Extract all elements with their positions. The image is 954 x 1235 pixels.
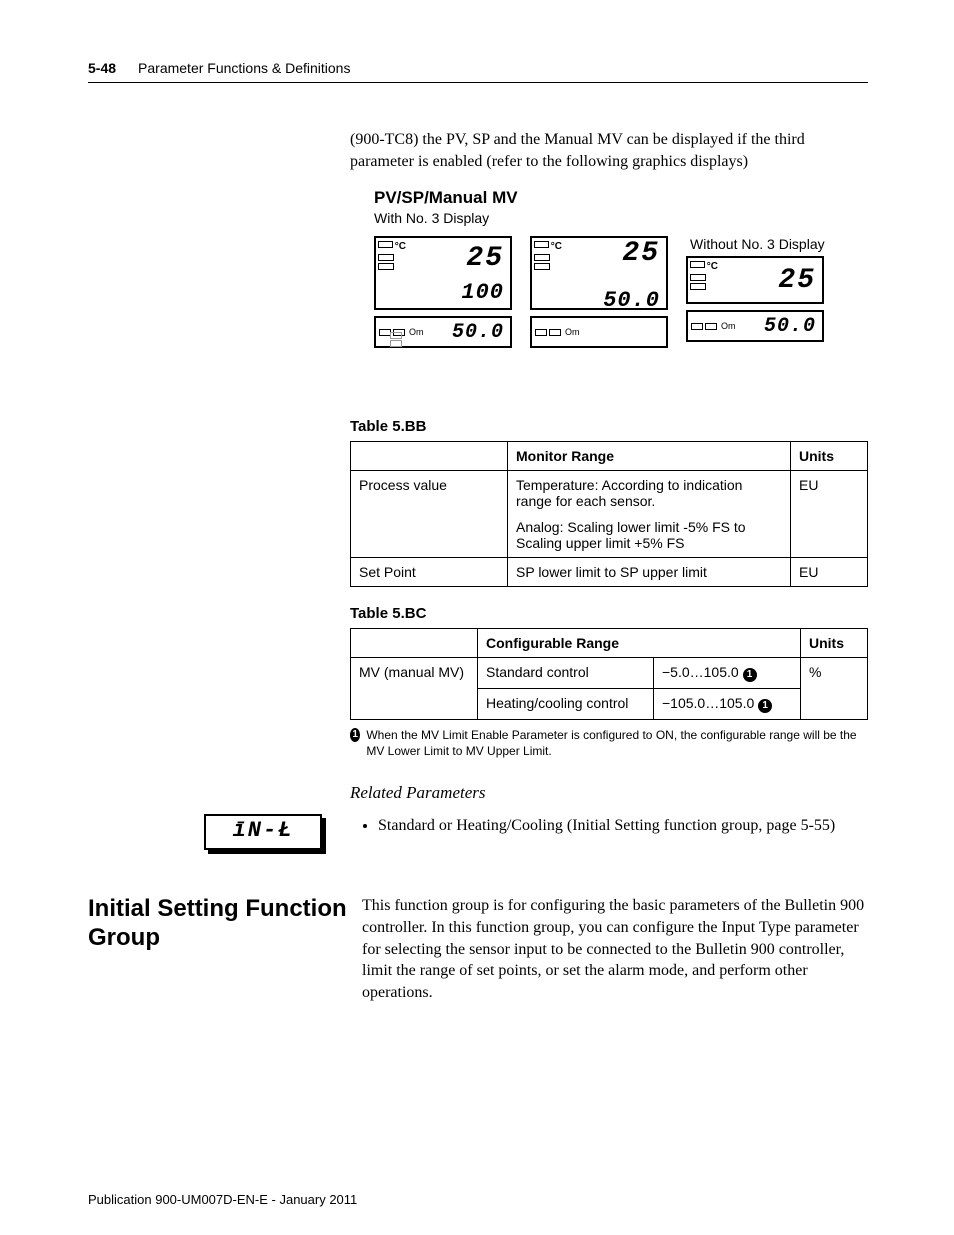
tbc-r-c4: % bbox=[801, 658, 868, 720]
degc-label: °C bbox=[551, 241, 562, 252]
table-bb-caption: Table 5.BB bbox=[350, 418, 868, 435]
related-item: Standard or Heating/Cooling (Initial Set… bbox=[378, 817, 868, 835]
tbb-r2-c1: Set Point bbox=[351, 558, 508, 587]
tbb-r2-c3: EU bbox=[791, 558, 868, 587]
without-no3-label: Without No. 3 Display bbox=[690, 236, 825, 252]
lcd1-sp: 100 bbox=[408, 282, 504, 304]
lcd-displays-row: °C 25 100 Om 50.0 bbox=[374, 236, 868, 348]
pvsp-subtitle: With No. 3 Display bbox=[374, 210, 868, 226]
footnote-marker-icon: 1 bbox=[758, 699, 772, 713]
table-bc-footnote: 1 When the MV Limit Enable Parameter is … bbox=[350, 728, 868, 759]
tbb-r1-c3: EU bbox=[791, 471, 868, 558]
header-rule bbox=[88, 82, 868, 83]
lcd3-mv: 50.0 bbox=[736, 317, 817, 337]
table-bc: Configurable Range Units MV (manual MV) … bbox=[350, 628, 868, 720]
lcd2-mv: 50.0 bbox=[564, 290, 660, 312]
lcd-display-3-group: Without No. 3 Display °C 25 Om bbox=[686, 236, 825, 342]
tbb-r1-c2: Temperature: According to indication ran… bbox=[508, 471, 791, 558]
tbb-head-units: Units bbox=[791, 442, 868, 471]
lcd2-pv: 25 bbox=[564, 240, 660, 268]
publication-footer: Publication 900-UM007D-EN-E - January 20… bbox=[88, 1192, 357, 1207]
degc-label: °C bbox=[707, 261, 718, 272]
om-label: Om bbox=[565, 327, 580, 337]
section-title: Initial Setting Function Group bbox=[88, 895, 362, 1003]
table-bc-caption: Table 5.BC bbox=[350, 605, 868, 622]
tbc-head-range: Configurable Range bbox=[478, 629, 801, 658]
om-label: Om bbox=[721, 321, 736, 331]
section-body: This function group is for configuring t… bbox=[362, 895, 868, 1003]
pvsp-title: PV/SP/Manual MV bbox=[374, 188, 868, 208]
table-bb: Monitor Range Units Process value Temper… bbox=[350, 441, 868, 587]
tbb-r2-c2: SP lower limit to SP upper limit bbox=[508, 558, 791, 587]
degc-label: °C bbox=[395, 241, 406, 252]
tbc-r-c1: MV (manual MV) bbox=[351, 658, 478, 720]
tbc-r1-c3: −5.0…105.0 1 bbox=[654, 658, 801, 689]
tbc-r2-c3: −105.0…105.0 1 bbox=[654, 689, 801, 720]
chapter-title: Parameter Functions & Definitions bbox=[138, 60, 350, 76]
related-parameters-list: Standard or Heating/Cooling (Initial Set… bbox=[350, 817, 868, 835]
related-parameters-heading: Related Parameters bbox=[350, 783, 868, 803]
lcd-display-2: °C 25 . 50.0 Om bbox=[530, 236, 668, 348]
tbc-r2-c2: Heating/cooling control bbox=[478, 689, 654, 720]
tbc-r1-c2: Standard control bbox=[478, 658, 654, 689]
lcd-display-1: °C 25 100 Om 50.0 bbox=[374, 236, 512, 348]
lcd1-mv: 50.0 bbox=[402, 323, 505, 343]
intro-paragraph: (900-TC8) the PV, SP and the Manual MV c… bbox=[350, 129, 868, 172]
footnote-marker-icon: 1 bbox=[743, 668, 757, 682]
footnote-marker-icon: 1 bbox=[350, 728, 360, 742]
page-number: 5-48 bbox=[88, 60, 116, 76]
tbb-head-range: Monitor Range bbox=[508, 442, 791, 471]
tbc-head-units: Units bbox=[801, 629, 868, 658]
lcd3-pv: 25 bbox=[720, 267, 816, 295]
lcd1-pv: 25 bbox=[408, 245, 504, 273]
tbb-r1-c1: Process value bbox=[351, 471, 508, 558]
segment-display-code: īN-Ł bbox=[204, 814, 322, 850]
